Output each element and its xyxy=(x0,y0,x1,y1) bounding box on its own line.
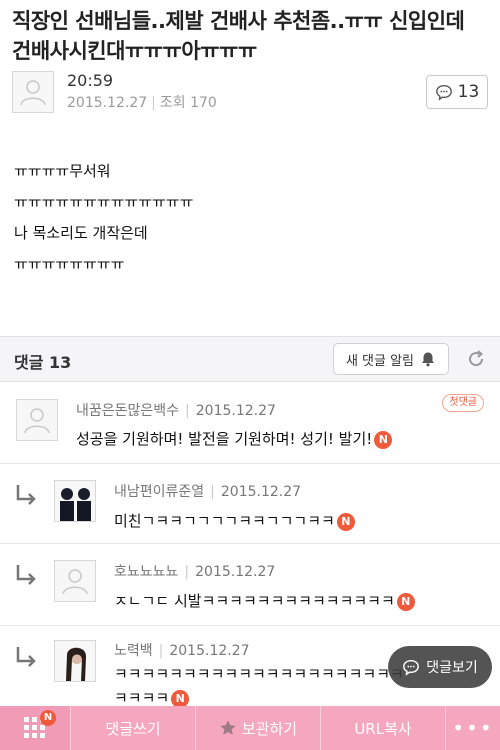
comment-text-line2: ㅋㅋㅋㅋ xyxy=(114,689,170,707)
post-time: 20:59 xyxy=(67,71,114,90)
copy-url-label: URL복사 xyxy=(354,719,412,738)
speech-bubble-icon xyxy=(403,659,420,676)
default-user-icon xyxy=(20,80,46,106)
reply-arrow-icon xyxy=(16,485,36,505)
post-date: 2015.12.27 xyxy=(67,95,148,111)
comment-author[interactable]: 내남편이류준열 xyxy=(114,484,204,500)
reply-item: 호뇨뇨뇨뇨 | 2015.12.27 ㅈㄴㄱㄷ 시발ㅋㅋㅋㅋㅋㅋㅋㅋㅋㅋㅋㅋㅋㅋ N xyxy=(0,544,500,626)
commenter-avatar[interactable] xyxy=(16,399,58,441)
reply-arrow-icon xyxy=(16,647,36,667)
new-comment-alert-button[interactable]: 새 댓글 알림 xyxy=(333,343,449,375)
comment-body: ㅈㄴㄱㄷ 시발ㅋㅋㅋㅋㅋㅋㅋㅋㅋㅋㅋㅋㅋㅋ N xyxy=(114,586,415,616)
comment-text: 성공을 기원하며! 발전을 기원하며! 성기! 발기! xyxy=(76,430,373,448)
new-badge: N xyxy=(171,689,190,708)
comment-author[interactable]: 노력백 xyxy=(114,643,153,659)
comment-author-line: 내꿈은돈많은백수 | 2015.12.27 xyxy=(76,400,276,420)
content-line: ㅠㅠㅠㅠ무서워 xyxy=(14,162,111,180)
commenter-avatar[interactable] xyxy=(54,560,96,602)
comment-author-line: 호뇨뇨뇨뇨 | 2015.12.27 xyxy=(114,561,275,581)
new-badge: N xyxy=(40,710,56,726)
post-meta: 20:59 2015.12.27 | 조회 170 13 xyxy=(12,71,488,115)
view-comments-floating-button[interactable]: 댓글보기 xyxy=(388,646,492,688)
comment-author[interactable]: 호뇨뇨뇨뇨 xyxy=(114,564,178,580)
more-icon: ••• xyxy=(452,716,494,740)
save-label: 보관하기 xyxy=(241,719,298,738)
bell-icon xyxy=(422,352,435,367)
comment-author-line: 노력백 | 2015.12.27 xyxy=(114,640,250,660)
comment-text: 미친ㄱㅋㅋㄱㄱㄱㄱㅋㅋㄱㄱㄱㅋㅋ xyxy=(114,512,335,530)
comment-date: 2015.12.27 xyxy=(195,564,276,580)
post-content: ㅠㅠㅠㅠ무서워 ㅠㅠㅠㅠㅠㅠㅠㅠㅠㅠㅠㅠㅠ 나 목소리도 개작은데 ㅠㅠㅠㅠㅠㅠ… xyxy=(14,156,484,280)
divider: | xyxy=(184,564,190,580)
copy-url-button[interactable]: URL복사 xyxy=(320,706,445,750)
post-title: 직장인 선배님들..제발 건배사 추천좀..ㅠㅠ 신입인데 건배사시킨대ㅠㅠㅠ아… xyxy=(12,9,465,63)
star-icon xyxy=(220,720,236,735)
view-comments-label: 댓글보기 xyxy=(426,660,478,676)
more-options-button[interactable]: ••• xyxy=(445,706,500,750)
post-date-views: 2015.12.27 | 조회 170 xyxy=(67,92,217,112)
menu-grid-button[interactable]: N xyxy=(0,706,70,750)
new-badge: N xyxy=(374,430,393,449)
write-comment-label: 댓글쓰기 xyxy=(105,719,161,738)
comment-count: 13 xyxy=(457,82,480,102)
comments-header: 댓글 13 새 댓글 알림 xyxy=(0,336,500,382)
notify-label: 새 댓글 알림 xyxy=(345,353,415,369)
write-comment-button[interactable]: 댓글쓰기 xyxy=(70,706,195,750)
reply-arrow-icon xyxy=(16,565,36,585)
comment-author[interactable]: 내꿈은돈많은백수 xyxy=(76,403,179,419)
reply-item: 내남편이류준열 | 2015.12.27 미친ㄱㅋㅋㄱㄱㄱㄱㅋㅋㄱㄱㄱㅋㅋ N xyxy=(0,464,500,544)
speech-bubble-icon xyxy=(435,85,452,101)
content-line: 나 목소리도 개작은데 xyxy=(14,224,148,242)
author-avatar[interactable] xyxy=(12,71,54,113)
comment-text: ㅈㄴㄱㄷ 시발ㅋㅋㅋㅋㅋㅋㅋㅋㅋㅋㅋㅋㅋㅋ xyxy=(114,592,395,610)
refresh-icon[interactable] xyxy=(464,347,488,371)
comment-author-line: 내남편이류준열 | 2015.12.27 xyxy=(114,481,301,501)
view-count: 조회 170 xyxy=(159,95,217,111)
new-badge: N xyxy=(396,592,415,611)
default-user-icon xyxy=(24,408,50,434)
profile-photo-icon xyxy=(60,488,91,521)
content-line: ㅠㅠㅠㅠㅠㅠㅠㅠㅠㅠㅠㅠㅠ xyxy=(14,193,194,211)
comment-item: 내꿈은돈많은백수 | 2015.12.27 첫댓글 성공을 기원하며! 발전을 기원… xyxy=(0,382,500,464)
divider: | xyxy=(210,484,215,500)
first-comment-badge: 첫댓글 xyxy=(442,394,484,412)
content-line: ㅠㅠㅠㅠㅠㅠㅠㅠ xyxy=(14,255,125,273)
commenter-avatar[interactable] xyxy=(54,640,96,682)
new-badge: N xyxy=(336,512,355,531)
comment-body: 성공을 기원하며! 발전을 기원하며! 성기! 발기! N xyxy=(76,424,393,454)
comment-date: 2015.12.27 xyxy=(220,484,302,500)
bottom-toolbar: N 댓글쓰기 보관하기 URL복사 ••• xyxy=(0,706,500,750)
comments-count-label: 댓글 13 xyxy=(14,353,72,372)
profile-photo-icon xyxy=(66,647,87,681)
divider: | xyxy=(158,643,164,659)
comment-date: 2015.12.27 xyxy=(195,403,276,419)
divider: | xyxy=(185,403,190,419)
comment-date: 2015.12.27 xyxy=(169,643,250,659)
commenter-avatar[interactable] xyxy=(54,480,96,522)
default-user-icon xyxy=(62,569,88,595)
comment-body: 미친ㄱㅋㅋㄱㄱㄱㄱㅋㅋㄱㄱㄱㅋㅋ N xyxy=(114,506,355,536)
save-button[interactable]: 보관하기 xyxy=(195,706,320,750)
divider: | xyxy=(151,95,156,111)
comment-count-button[interactable]: 13 xyxy=(426,75,488,109)
